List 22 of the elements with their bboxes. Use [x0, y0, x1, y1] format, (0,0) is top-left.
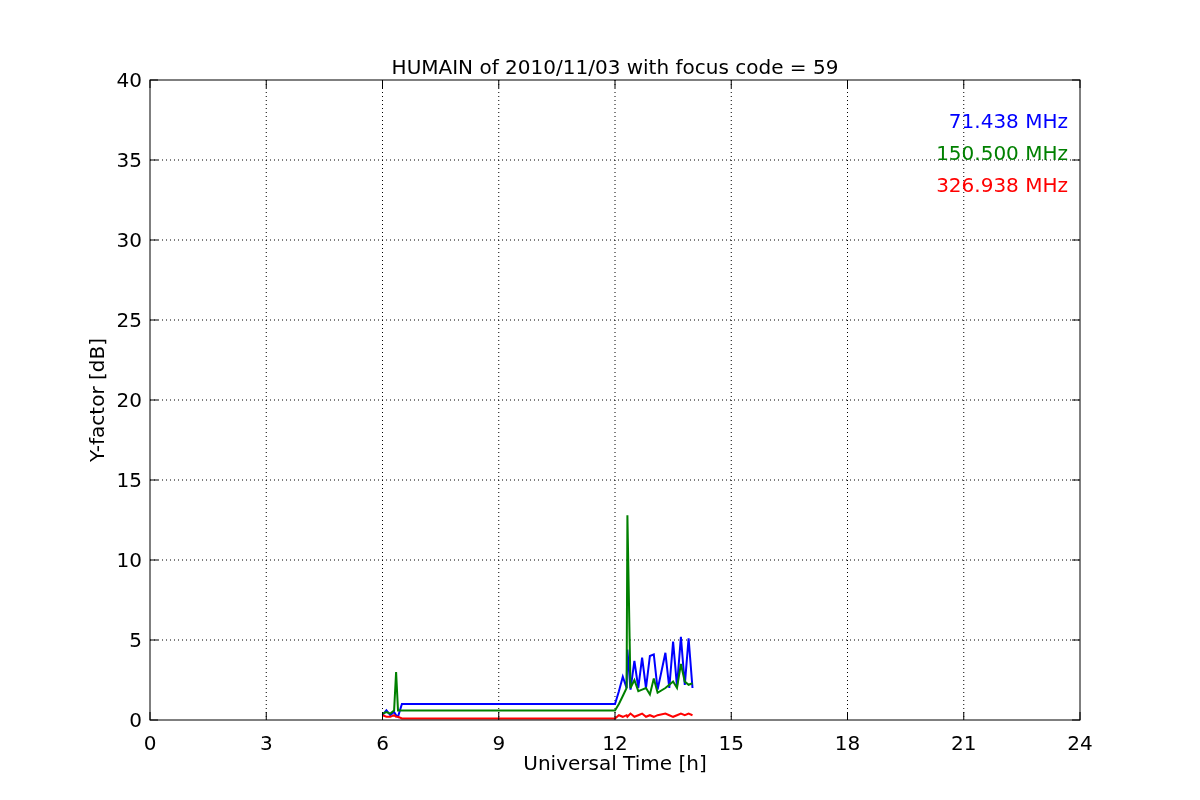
y-axis-label: Y-factor [dB]: [85, 338, 109, 462]
x-tick-label: 21: [951, 731, 977, 755]
y-tick-label: 25: [116, 308, 142, 332]
x-tick-label: 9: [492, 731, 506, 755]
y-tick-label: 15: [116, 468, 142, 492]
x-tick-label: 0: [143, 731, 157, 755]
y-tick-label: 40: [116, 68, 142, 92]
x-tick-label: 15: [718, 731, 744, 755]
legend-label: 150.500 MHz: [936, 141, 1068, 165]
y-tick-label: 30: [116, 228, 142, 252]
y-tick-label: 10: [116, 548, 142, 572]
y-tick-label: 0: [129, 708, 142, 732]
x-tick-label: 18: [834, 731, 861, 755]
y-tick-label: 20: [116, 388, 142, 412]
x-tick-label: 6: [376, 731, 389, 755]
y-tick-label: 5: [129, 628, 142, 652]
x-tick-label: 24: [1067, 731, 1093, 755]
chart-title: HUMAIN of 2010/11/03 with focus code = 59: [391, 55, 839, 79]
y-tick-label: 35: [116, 148, 142, 172]
legend-label: 326.938 MHz: [936, 173, 1068, 197]
x-tick-label: 3: [259, 731, 273, 755]
legend-label: 71.438 MHz: [948, 109, 1068, 133]
